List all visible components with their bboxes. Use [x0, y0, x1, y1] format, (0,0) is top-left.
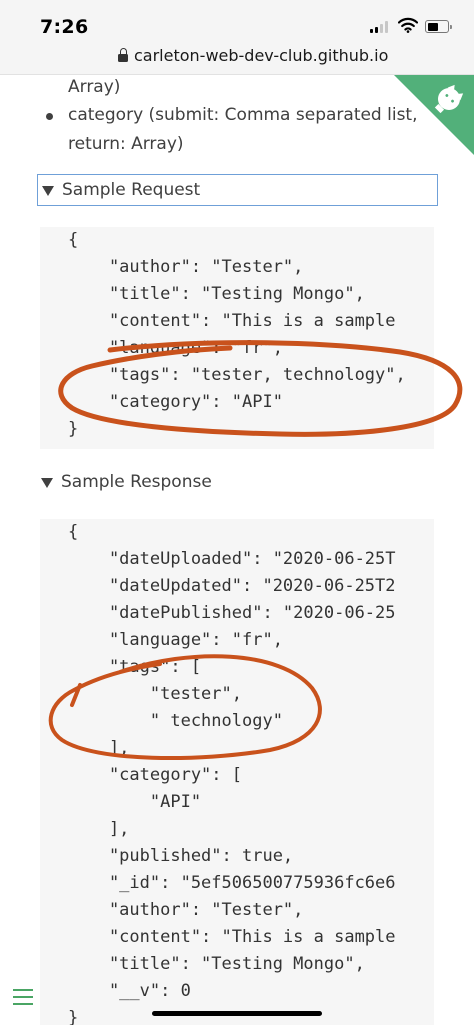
code-line: "__v": 0: [68, 981, 191, 1001]
code-line: "tester",: [68, 684, 242, 704]
lock-icon: [118, 48, 128, 62]
github-ribbon[interactable]: [394, 75, 474, 155]
array-return-text: Array): [68, 77, 121, 97]
category-param-text: category (submit: Comma separated list,: [68, 105, 418, 125]
collapse-triangle-icon: [42, 186, 54, 196]
code-line: "category": "API": [68, 392, 283, 412]
code-line: "title": "Testing Mongo",: [68, 954, 365, 974]
code-line: "content": "This is a sample: [68, 311, 396, 331]
home-indicator[interactable]: [152, 1011, 322, 1016]
hamburger-menu-icon[interactable]: [13, 989, 33, 1007]
code-line: }: [68, 1008, 79, 1025]
address-bar[interactable]: carleton-web-dev-club.github.io: [0, 44, 474, 75]
code-line: ],: [68, 738, 130, 758]
collapse-triangle-icon: [41, 478, 53, 488]
battery-icon: [425, 20, 452, 33]
code-line: "category": [: [68, 765, 242, 785]
code-line: "API": [68, 792, 202, 812]
code-line: "tags": "tester, technology",: [68, 365, 406, 385]
list-bullet: [46, 113, 53, 120]
page-content: Array) category (submit: Comma separated…: [0, 75, 474, 1025]
clock-time: 7:26: [40, 16, 89, 38]
code-line: "datePublished": "2020-06-25: [68, 603, 396, 623]
sample-response-label: Sample Response: [61, 472, 212, 492]
code-line: {: [68, 230, 79, 250]
url-text[interactable]: carleton-web-dev-club.github.io: [134, 46, 388, 65]
code-line: "dateUpdated": "2020-06-25T2: [68, 576, 396, 596]
sample-response-toggle[interactable]: Sample Response: [37, 467, 438, 499]
code-line: ],: [68, 819, 130, 839]
category-param-text-cont: return: Array): [68, 134, 184, 154]
signal-icon: [370, 21, 390, 33]
code-line: "published": true,: [68, 846, 294, 866]
code-line: "content": "This is a sample: [68, 927, 396, 947]
code-line: " technology": [68, 711, 283, 731]
code-line: "title": "Testing Mongo",: [68, 284, 365, 304]
sample-response-code: { "dateUploaded": "2020-06-25T "dateUpda…: [40, 519, 434, 1025]
sample-request-code: { "author": "Tester", "title": "Testing …: [40, 227, 434, 449]
wifi-icon: [398, 17, 418, 33]
code-line: "author": "Tester",: [68, 900, 304, 920]
code-line: "dateUploaded": "2020-06-25T: [68, 549, 396, 569]
code-line: "language": "fr",: [68, 338, 283, 358]
status-bar: 7:26: [0, 0, 474, 44]
code-line: "author": "Tester",: [68, 257, 304, 277]
code-line: }: [68, 419, 79, 439]
code-line: "tags": [: [68, 657, 202, 677]
sample-request-toggle[interactable]: Sample Request: [37, 174, 438, 206]
code-line: "language": "fr",: [68, 630, 283, 650]
sample-request-label: Sample Request: [62, 180, 201, 200]
code-line: "_id": "5ef506500775936fc6e6: [68, 873, 396, 893]
code-line: {: [68, 522, 79, 542]
